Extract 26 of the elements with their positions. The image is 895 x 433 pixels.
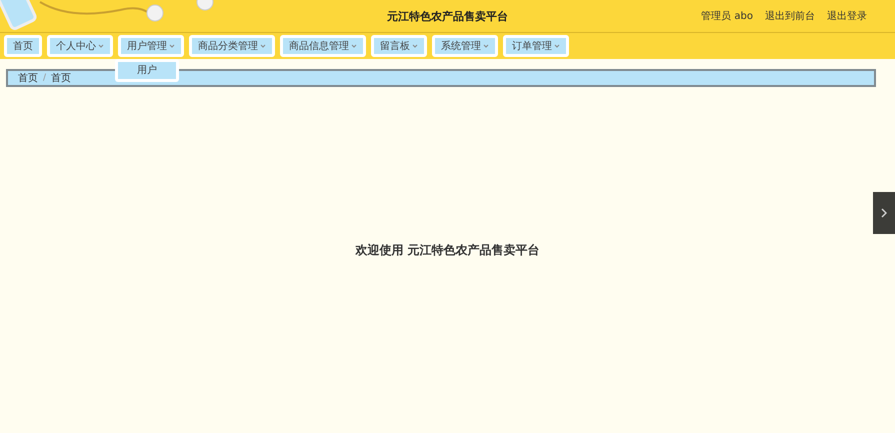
- caret-icon: [169, 43, 175, 49]
- caret-icon: [554, 43, 560, 49]
- header-link[interactable]: 退出到前台: [765, 9, 815, 23]
- nav-menu-button[interactable]: 商品信息管理: [280, 35, 366, 57]
- breadcrumb-separator: /: [43, 73, 46, 83]
- nav-menu-button[interactable]: 首页: [4, 35, 42, 57]
- nav-menu-button[interactable]: 系统管理: [432, 35, 498, 57]
- caret-icon: [412, 43, 418, 49]
- site-title: 元江特色农产品售卖平台: [387, 8, 508, 24]
- dropdown-item[interactable]: 用户: [118, 62, 176, 79]
- welcome-message: 欢迎使用 元江特色农产品售卖平台: [355, 242, 540, 258]
- chevron-right-icon: [881, 208, 887, 218]
- caret-icon: [351, 43, 357, 49]
- nav-menu-button[interactable]: 个人中心: [47, 35, 113, 57]
- caret-icon: [483, 43, 489, 49]
- side-panel-toggle[interactable]: [873, 192, 895, 234]
- header-link[interactable]: 退出登录: [827, 9, 867, 23]
- breadcrumb-item[interactable]: 首页: [18, 71, 38, 85]
- nav-menu-button[interactable]: 订单管理: [503, 35, 569, 57]
- user-label: 管理员 abo: [701, 10, 753, 23]
- nav-menu-button[interactable]: 商品分类管理: [189, 35, 275, 57]
- caret-icon: [260, 43, 266, 49]
- caret-icon: [98, 43, 104, 49]
- nav-menu-button[interactable]: 留言板: [371, 35, 427, 57]
- breadcrumb-item: 首页: [51, 72, 72, 85]
- nav-menu-button[interactable]: 用户管理: [118, 35, 184, 57]
